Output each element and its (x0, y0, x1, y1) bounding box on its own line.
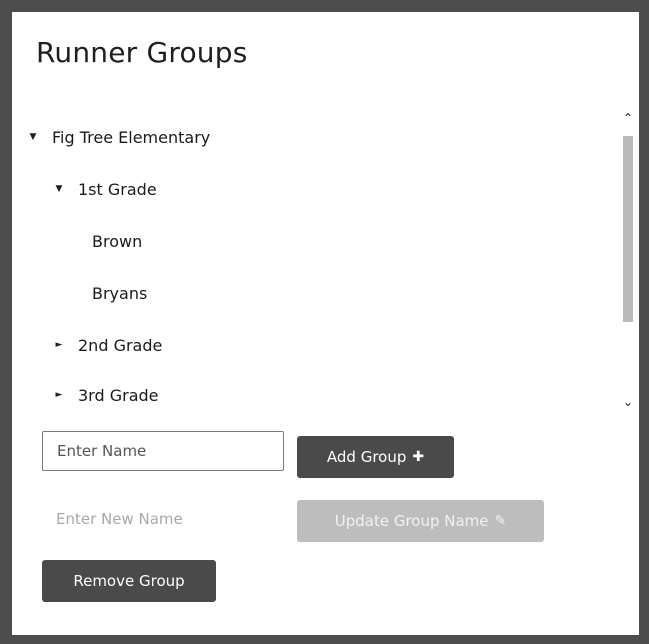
tree-node-label: Fig Tree Elementary (52, 127, 211, 147)
tree-node-label: Bryans (92, 283, 148, 303)
scroll-thumb[interactable] (623, 136, 633, 322)
caret-right-icon[interactable]: ► (54, 390, 64, 400)
tree-node-label: 1st Grade (78, 179, 157, 199)
group-tree: ▼ Fig Tree Elementary ▼ 1st Grade Brown … (14, 112, 614, 408)
add-group-label: Add Group (326, 448, 407, 466)
caret-down-icon[interactable]: ▼ (54, 184, 64, 194)
scroll-down-icon[interactable]: ⌄ (620, 394, 636, 410)
scroll-up-icon[interactable]: ⌃ (620, 110, 636, 126)
update-group-name-label: Update Group Name (334, 512, 489, 530)
caret-down-icon[interactable]: ▼ (28, 132, 38, 142)
tree-node-label: 3rd Grade (78, 385, 159, 405)
new-name-input[interactable]: Enter New Name (42, 499, 284, 539)
page-title: Runner Groups (36, 36, 248, 69)
tree-node-3rd-grade[interactable]: ► 3rd Grade (54, 380, 159, 408)
tree-node-1st-grade[interactable]: ▼ 1st Grade (54, 174, 157, 204)
edit-icon: ✎ (494, 513, 507, 529)
update-group-name-button[interactable]: Update Group Name ✎ (297, 500, 544, 542)
tree-node-brown[interactable]: Brown (92, 226, 142, 256)
tree-node-label: 2nd Grade (78, 335, 163, 355)
add-group-button[interactable]: Add Group ✚ (297, 436, 454, 478)
plus-icon: ✚ (412, 449, 425, 465)
tree-node-bryans[interactable]: Bryans (92, 278, 147, 308)
remove-group-button[interactable]: Remove Group (42, 560, 216, 602)
name-input[interactable]: Enter Name (42, 431, 284, 471)
tree-scrollbar[interactable]: ⌃ ⌄ (620, 108, 636, 414)
caret-right-icon[interactable]: ► (54, 340, 64, 350)
tree-node-fig-tree-elementary[interactable]: ▼ Fig Tree Elementary (28, 122, 211, 152)
tree-node-label: Brown (92, 231, 143, 251)
tree-node-2nd-grade[interactable]: ► 2nd Grade (54, 330, 163, 360)
remove-group-label: Remove Group (73, 572, 185, 590)
